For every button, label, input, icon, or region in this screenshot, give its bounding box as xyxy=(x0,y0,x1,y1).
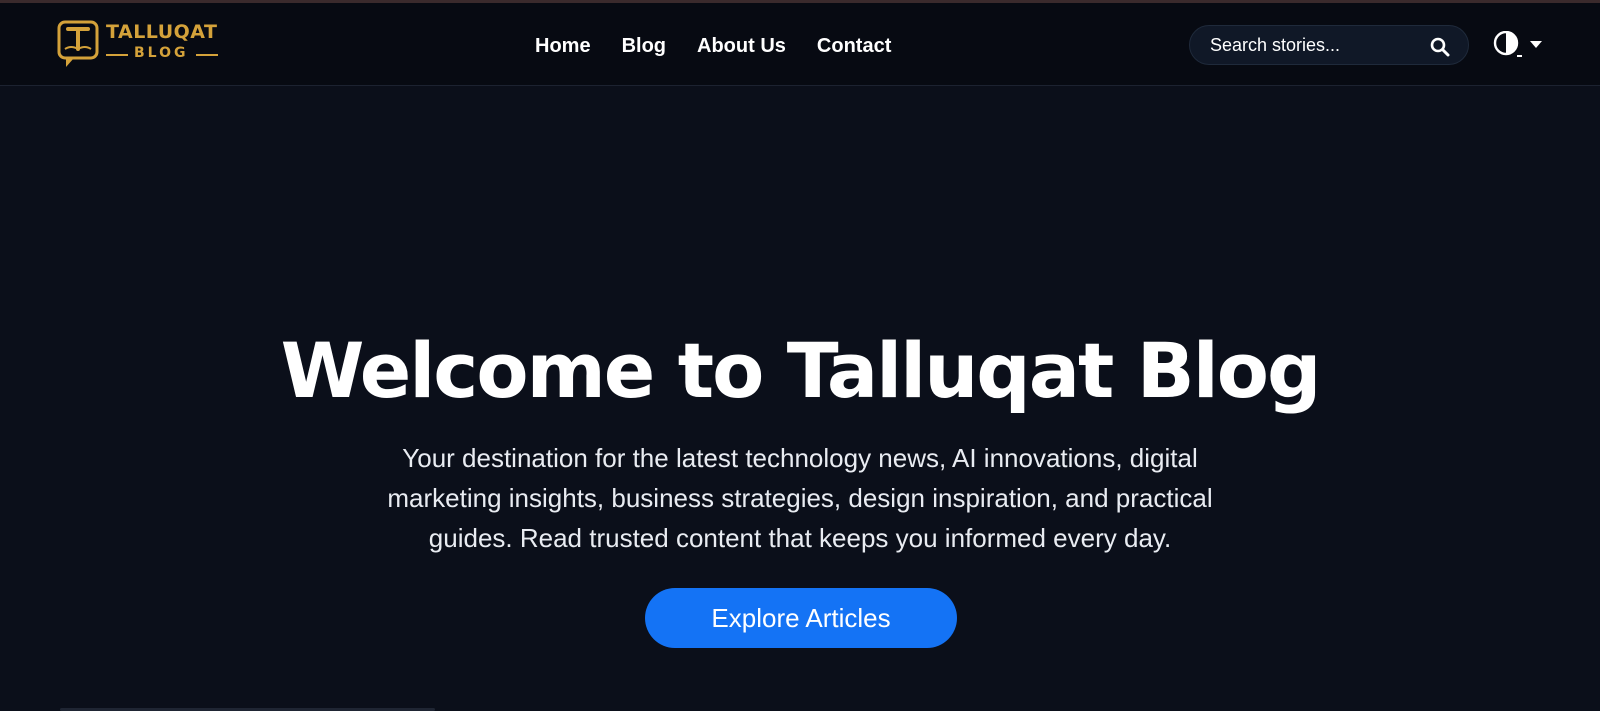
main-nav: Home Blog About Us Contact xyxy=(535,31,891,61)
logo-title: TALLUQAT xyxy=(106,21,218,43)
search-input[interactable] xyxy=(1210,26,1430,64)
nav-about-us[interactable]: About Us xyxy=(697,31,786,61)
caret-down-icon xyxy=(1530,41,1542,48)
logo-line-right xyxy=(196,54,218,56)
nav-contact[interactable]: Contact xyxy=(817,31,891,61)
explore-articles-button[interactable]: Explore Articles xyxy=(645,588,957,648)
logo-subtitle-wrap: BLOG xyxy=(106,45,218,63)
search-box xyxy=(1189,25,1469,65)
nav-blog[interactable]: Blog xyxy=(622,31,666,61)
site-header: TALLUQAT BLOG Home Blog About Us Contact xyxy=(0,3,1600,86)
hero-title: Welcome to Talluqat Blog xyxy=(280,326,1322,415)
logo-subtitle: BLOG xyxy=(134,45,189,61)
logo-icon xyxy=(57,20,99,67)
site-logo[interactable]: TALLUQAT BLOG xyxy=(56,19,221,71)
hero-description: Your destination for the latest technolo… xyxy=(387,443,1213,553)
nav-home[interactable]: Home xyxy=(535,31,591,61)
search-icon[interactable] xyxy=(1430,37,1450,57)
contrast-icon xyxy=(1493,31,1522,57)
logo-line-left xyxy=(106,54,128,56)
theme-toggle[interactable] xyxy=(1493,31,1543,59)
